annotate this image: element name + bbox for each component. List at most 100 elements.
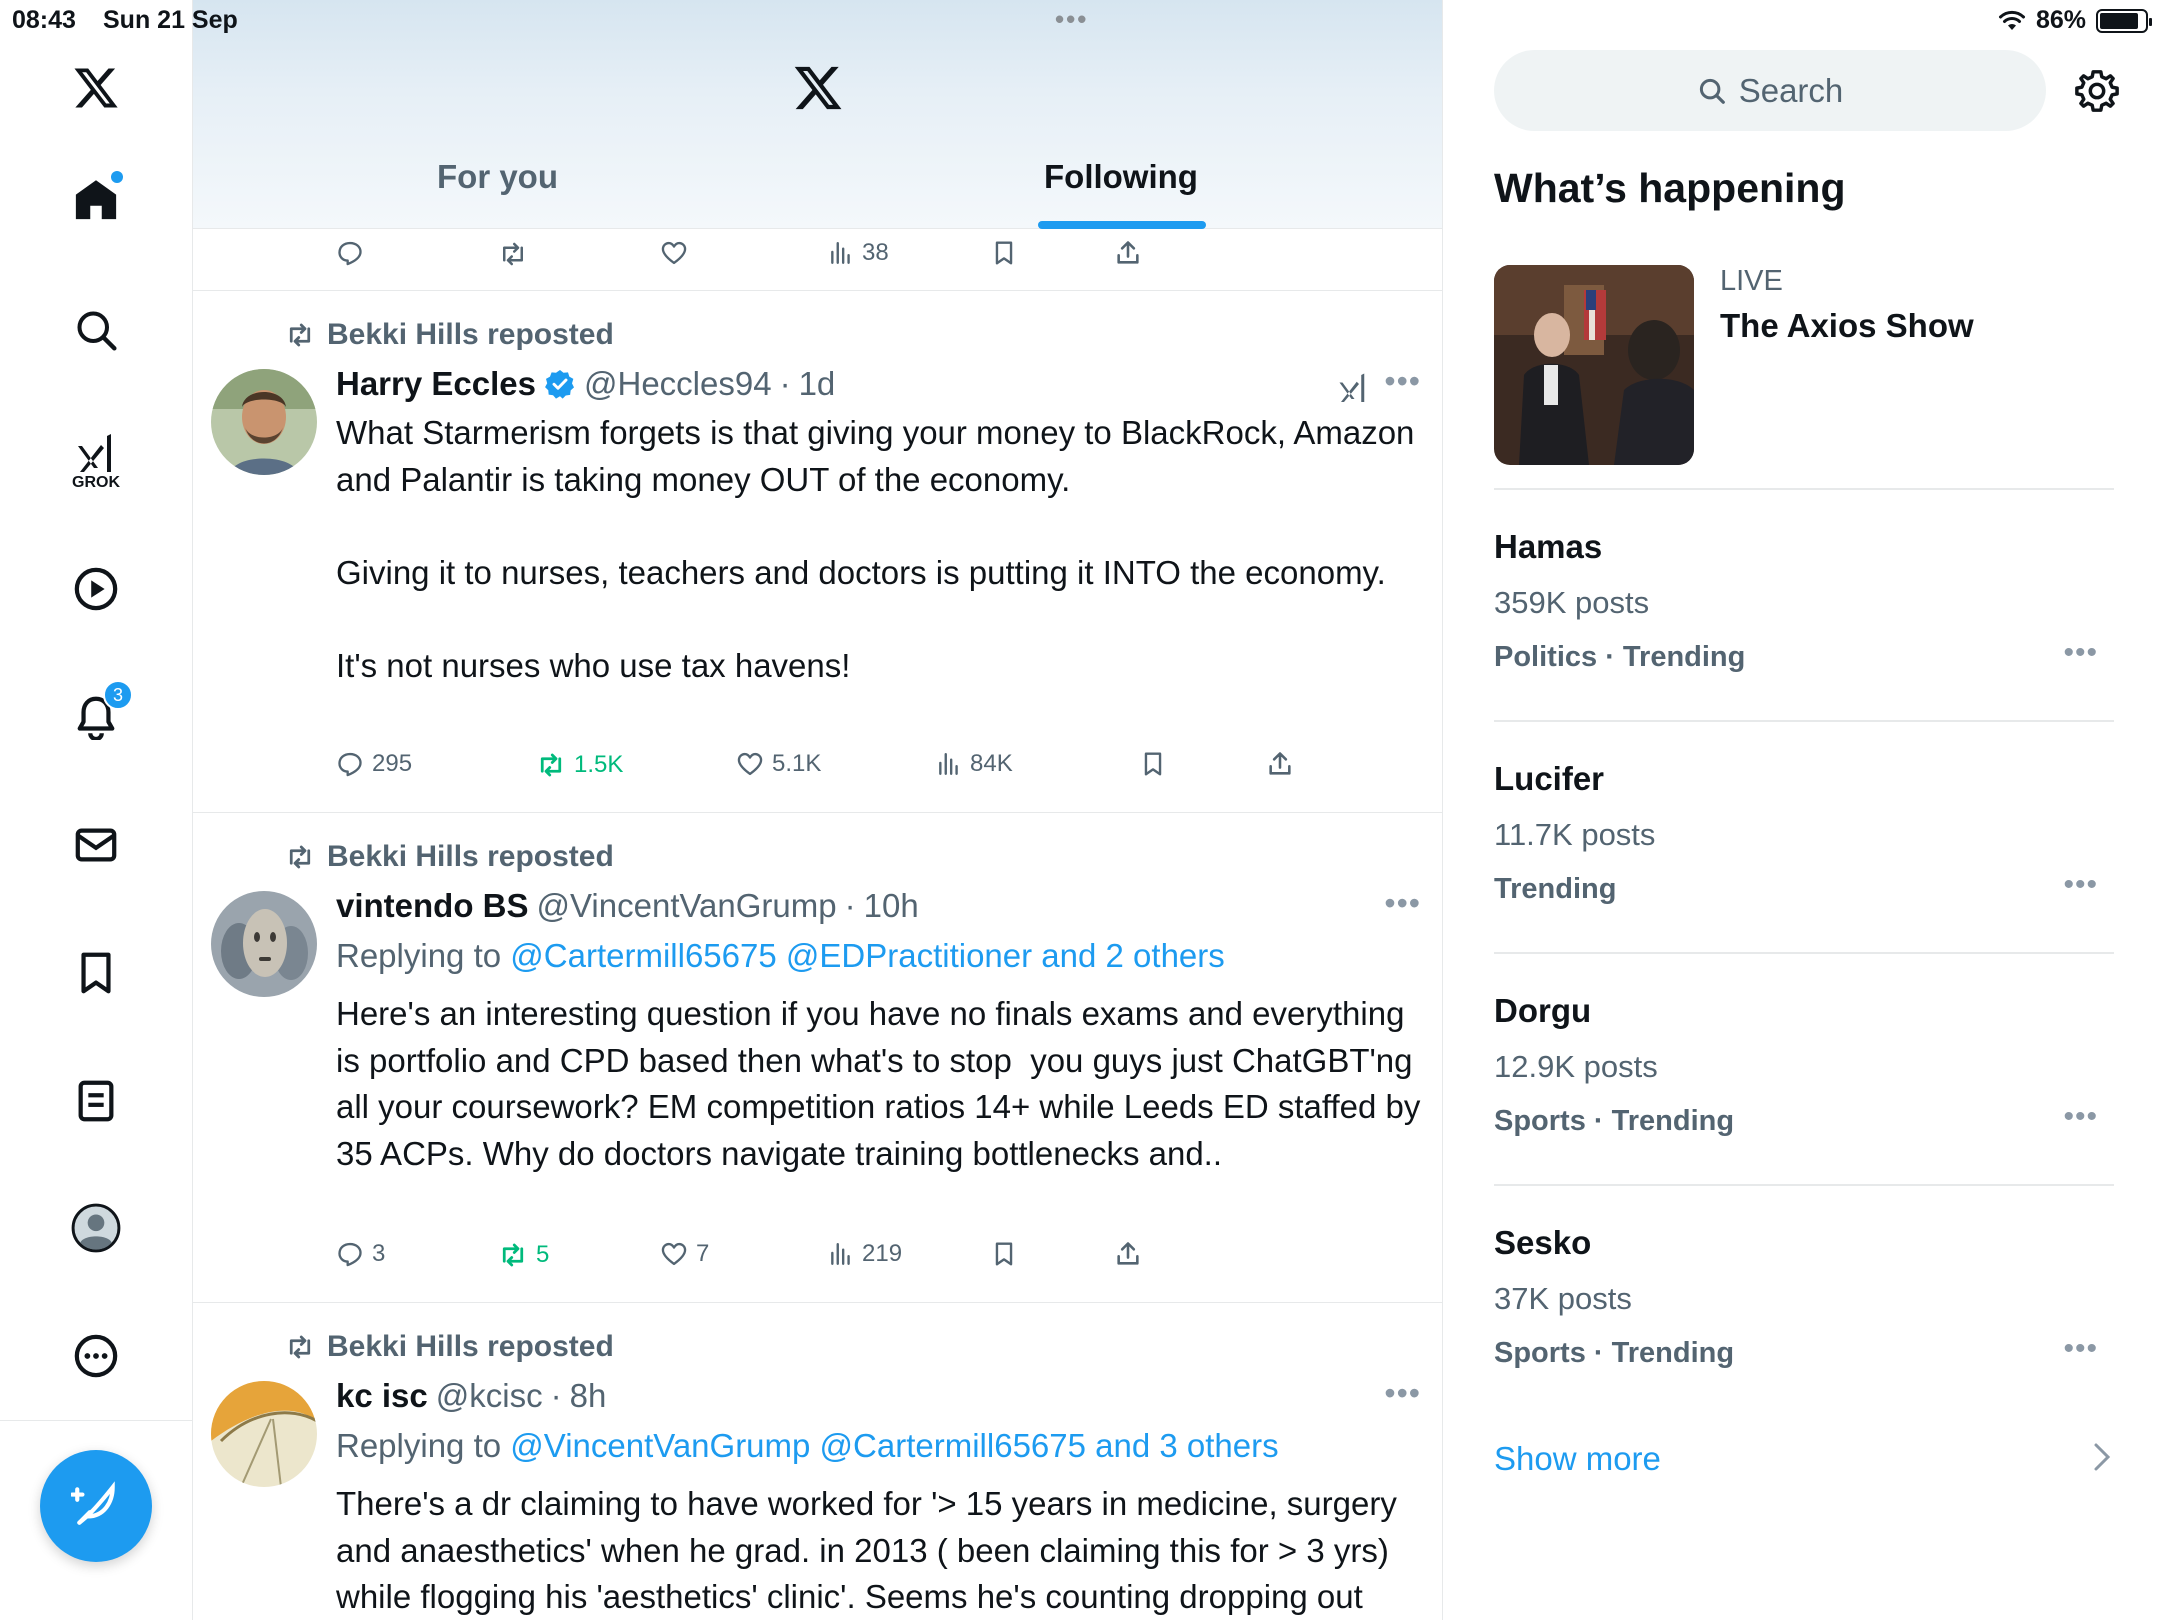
more-circle-icon (74, 1334, 118, 1378)
reply-icon (338, 752, 362, 777)
post-header: vintendo BS @VincentVanGrump · 10h (336, 887, 919, 925)
verified-badge-icon (545, 370, 574, 399)
tab-for-you[interactable]: For you (437, 158, 558, 196)
author-name[interactable]: Harry Eccles (336, 365, 536, 403)
repost-icon (289, 845, 311, 869)
trend-item[interactable]: Lucifer 11.7K posts Trending ••• (1494, 760, 2114, 960)
author-handle[interactable]: @Heccles94 (584, 365, 772, 403)
separator-dot: · (844, 887, 856, 924)
post-more-button[interactable]: ••• (1384, 1375, 1421, 1412)
live-thumbnail (1494, 265, 1694, 465)
tab-following[interactable]: Following (1044, 158, 1198, 196)
bookmark-icon (1144, 752, 1162, 776)
share-button[interactable] (1114, 239, 1142, 267)
share-button[interactable] (1114, 1240, 1142, 1268)
bookmark-button[interactable] (1140, 750, 1166, 778)
tab-selected-indicator (1038, 221, 1206, 229)
trend-name: Lucifer (1494, 760, 1605, 797)
share-button[interactable] (1266, 750, 1294, 778)
grok-label: GROK (72, 474, 120, 491)
post[interactable]: Bekki Hills reposted vintendo BS @Vincen… (193, 813, 1442, 1303)
live-label: LIVE (1720, 265, 1783, 297)
divider (1494, 720, 2114, 722)
repost-context: Bekki Hills reposted (283, 840, 614, 874)
multitasking-dots[interactable]: ••• (1055, 4, 1088, 35)
nav-video[interactable] (73, 566, 119, 612)
author-handle[interactable]: @VincentVanGrump (537, 887, 837, 925)
post-time[interactable]: 10h (864, 887, 919, 925)
like-button[interactable]: 7 (660, 1240, 709, 1268)
replying-to: Replying to @VincentVanGrump @Cartermill… (336, 1427, 1279, 1465)
nav-home[interactable] (73, 171, 123, 223)
repost-context: Bekki Hills reposted (283, 318, 614, 352)
author-handle[interactable]: @kcisc (436, 1377, 543, 1415)
divider (1494, 952, 2114, 954)
nav-more[interactable] (73, 1333, 119, 1379)
reply-button[interactable]: 295 (336, 750, 412, 778)
author-name[interactable]: kc isc (336, 1377, 428, 1415)
post-more-button[interactable]: ••• (1384, 885, 1421, 922)
views-button[interactable]: 38 (828, 239, 889, 267)
views-button[interactable]: 219 (828, 1240, 902, 1268)
nav-grok[interactable]: GROK (71, 428, 121, 492)
author-avatar[interactable] (211, 369, 317, 475)
trend-category: Sports · Trending (1494, 1105, 1735, 1137)
repost-count: 5 (536, 1241, 550, 1268)
status-bar: 08:43 Sun 21 Sep ••• 86% (0, 0, 2160, 40)
post[interactable]: Bekki Hills reposted kc isc @kcisc · 8h … (193, 1303, 1442, 1620)
reply-button[interactable]: 3 (336, 1240, 385, 1268)
repost-button[interactable]: 5 (498, 1240, 549, 1270)
repost-button[interactable] (498, 239, 528, 269)
settings-button[interactable] (2074, 68, 2120, 119)
post-more-button[interactable]: ••• (1384, 363, 1421, 400)
author-avatar[interactable] (211, 1381, 317, 1487)
post[interactable]: Bekki Hills reposted Harry Eccles @Heccl… (193, 291, 1442, 813)
like-button[interactable]: 5.1K (736, 750, 821, 778)
post-header: Harry Eccles @Heccles94 · 1d (336, 365, 835, 403)
nav-notifications[interactable]: 3 (73, 680, 133, 740)
repost-context-text: Bekki Hills reposted (327, 318, 614, 351)
repost-icon (540, 753, 562, 777)
trend-more-button[interactable]: ••• (2063, 636, 2098, 670)
live-event-card[interactable]: LIVE The Axios Show (1494, 265, 2114, 465)
nav-explore[interactable] (74, 308, 118, 352)
nav-profile[interactable] (71, 1203, 121, 1253)
post-actions: 3 5 7 219 (336, 1240, 1336, 1280)
post-time[interactable]: 8h (570, 1377, 607, 1415)
repost-button[interactable]: 1.5K (536, 750, 623, 780)
x-logo-nav[interactable] (71, 64, 121, 112)
replying-to-mentions[interactable]: @VincentVanGrump @Cartermill65675 and 3 … (510, 1427, 1278, 1464)
bookmark-button[interactable] (991, 1240, 1017, 1268)
previous-post-actions: 38 (193, 229, 1442, 291)
nav-bookmarks[interactable] (73, 950, 119, 996)
author-avatar[interactable] (211, 891, 317, 997)
search-input[interactable]: Search (1494, 50, 2046, 131)
trend-item[interactable]: Dorgu 12.9K posts Sports · Trending ••• (1494, 992, 2114, 1192)
show-more-link[interactable]: Show more (1494, 1440, 1661, 1478)
nav-lists[interactable] (73, 1078, 119, 1124)
bookmark-icon (995, 241, 1013, 265)
trend-more-button[interactable]: ••• (2063, 1332, 2098, 1366)
trend-more-button[interactable]: ••• (2063, 868, 2098, 902)
like-button[interactable] (660, 239, 688, 267)
replying-to-mentions[interactable]: @Cartermill65675 @EDPractitioner and 2 o… (510, 937, 1224, 974)
bookmark-button[interactable] (991, 239, 1017, 267)
divider (1494, 488, 2114, 490)
author-name[interactable]: vintendo BS (336, 887, 529, 925)
nav-messages[interactable] (73, 822, 119, 868)
trend-item[interactable]: Sesko 37K posts Sports · Trending ••• (1494, 1224, 2114, 1424)
battery-icon (2096, 8, 2152, 33)
grok-explain-button[interactable] (1335, 369, 1371, 410)
chevron-right-icon[interactable] (2092, 1442, 2112, 1472)
trend-post-count: 359K posts (1494, 585, 1650, 620)
post-time[interactable]: 1d (799, 365, 836, 403)
replying-to-prefix: Replying to (336, 1427, 502, 1464)
views-button[interactable]: 84K (936, 750, 1013, 778)
trend-item[interactable]: Hamas 359K posts Politics · Trending ••• (1494, 528, 2114, 728)
x-logo-header[interactable] (791, 62, 845, 119)
status-right: 86% (1998, 6, 2152, 35)
trend-more-button[interactable]: ••• (2063, 1100, 2098, 1134)
reply-button[interactable] (336, 239, 364, 267)
compose-post-button[interactable] (40, 1450, 152, 1562)
trend-name: Dorgu (1494, 992, 1592, 1029)
